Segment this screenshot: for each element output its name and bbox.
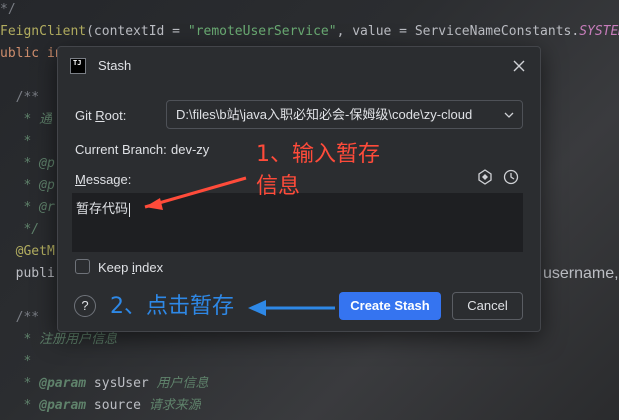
code-token: */ — [0, 222, 40, 237]
chevron-down-icon — [504, 112, 514, 118]
code-token: @param — [39, 398, 87, 413]
code-token: @param — [39, 376, 87, 391]
code-token: (contextId = — [86, 24, 188, 39]
code-line: * @r — [0, 197, 55, 219]
create-stash-button[interactable]: Create Stash — [339, 292, 441, 320]
message-history-button[interactable] — [502, 168, 520, 186]
keep-index-label[interactable]: Keep index — [98, 260, 163, 275]
code-line: /** — [0, 87, 40, 109]
code-line: /** — [0, 307, 40, 329]
code-token: @GetM — [0, 244, 55, 259]
code-token: source — [86, 398, 141, 413]
code-token: FeignClient — [0, 24, 87, 39]
code-line: ublic in — [0, 43, 63, 65]
code-token: * — [0, 354, 32, 369]
current-branch-value: dev-zy — [171, 142, 210, 157]
code-token: * — [0, 398, 40, 413]
code-line: * @param sysUser 用户信息 — [0, 373, 209, 395]
cancel-button[interactable]: Cancel — [452, 292, 523, 320]
code-fragment-right: username, — [543, 265, 619, 282]
code-token: * — [0, 134, 32, 149]
code-line: * @p — [0, 175, 55, 197]
code-token: /** — [0, 90, 40, 105]
annotation-step1-line1: 1、输入暂存 — [256, 142, 380, 167]
dialog-header[interactable]: TJ Stash — [58, 47, 540, 87]
code-token: publi — [0, 266, 55, 281]
code-token: * @r — [0, 200, 55, 215]
code-token: 用户信息 — [148, 376, 209, 391]
code-token: * @p — [0, 178, 55, 193]
code-token: * — [0, 376, 40, 391]
code-line: FeignClient(contextId = "remoteUserServi… — [0, 21, 619, 43]
keep-index-checkbox[interactable] — [75, 259, 90, 274]
text-caret — [129, 202, 131, 217]
code-token: * 注册用户信息 — [0, 332, 118, 347]
code-token: /** — [0, 310, 40, 325]
code-token: */ — [0, 2, 16, 17]
code-line: * @param source 请求来源 — [0, 395, 201, 417]
ai-assistant-icon — [478, 169, 492, 185]
code-token: sysUser — [86, 376, 149, 391]
code-line: * 通 — [0, 109, 52, 131]
close-icon — [513, 60, 525, 72]
code-token: ublic in — [0, 46, 63, 61]
git-root-label: Git Root: — [75, 108, 127, 123]
code-line: */ — [0, 0, 16, 21]
code-line: * — [0, 131, 31, 153]
code-token: , value = ServiceNameConstants. — [336, 24, 580, 39]
code-line: @GetM — [0, 241, 55, 263]
close-button[interactable] — [510, 57, 528, 75]
code-line: */ — [0, 219, 39, 241]
git-root-value: D:\files\b站\java入职必知必会-保姆级\code\zy-cloud — [176, 107, 473, 122]
annotation-step1-line2: 信息 — [256, 174, 301, 199]
code-token: 请求来源 — [140, 398, 201, 413]
code-line: * — [0, 351, 31, 373]
history-icon — [503, 169, 519, 185]
message-label: Message: — [75, 172, 132, 187]
code-token: * 通 — [0, 112, 53, 127]
current-branch-label: Current Branch: — [75, 142, 167, 157]
annotation-step2: 2、点击暂存 — [110, 294, 234, 319]
code-line: * 注册用户信息 — [0, 329, 117, 351]
code-line: * @p — [0, 153, 55, 175]
code-token: "remoteUserService" — [187, 24, 337, 39]
git-root-select[interactable]: D:\files\b站\java入职必知必会-保姆级\code\zy-cloud — [166, 100, 523, 129]
code-line: publi — [0, 263, 55, 285]
help-button[interactable]: ? — [74, 295, 96, 317]
code-token: * @p — [0, 156, 55, 171]
dialog-title: Stash — [98, 58, 132, 73]
code-token: SYSTEM — [579, 24, 619, 39]
stash-message-text: 暂存代码 — [76, 201, 129, 216]
ai-assistant-button[interactable] — [476, 168, 494, 186]
intellij-app-icon: TJ — [70, 58, 86, 74]
